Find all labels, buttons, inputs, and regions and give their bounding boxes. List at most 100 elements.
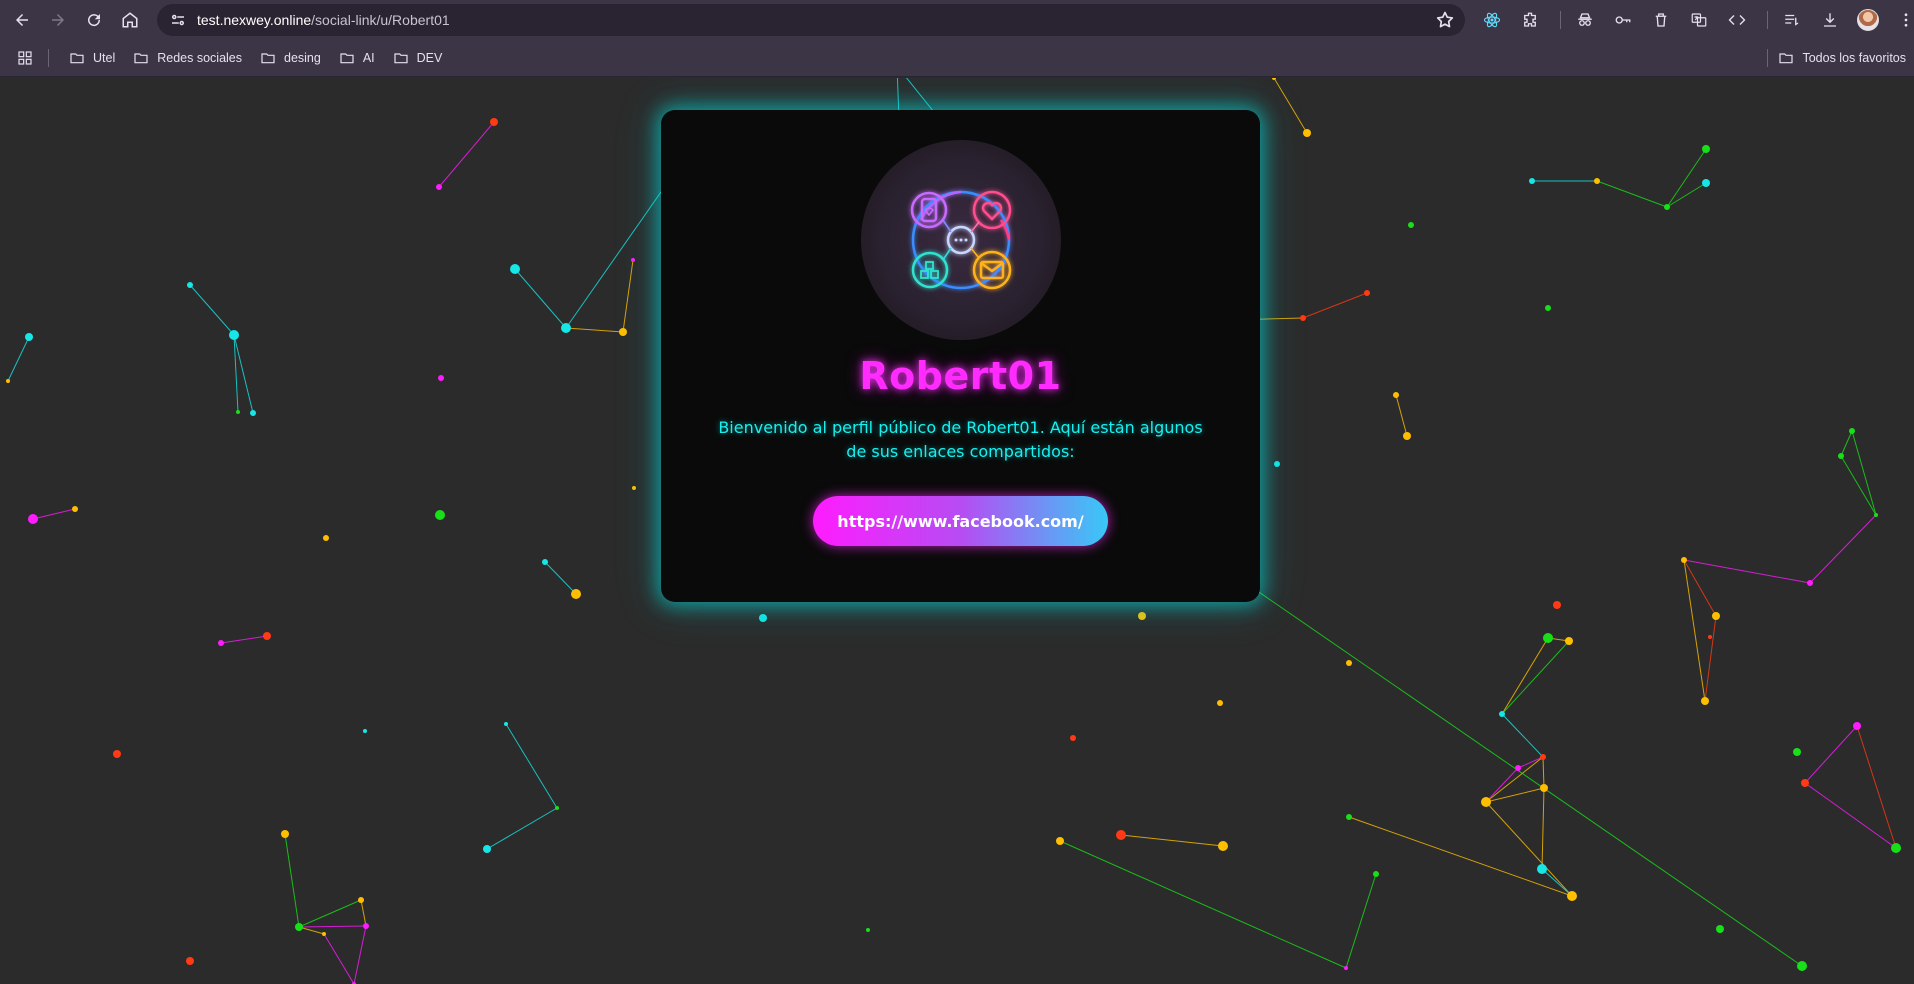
particle-dot: [1702, 145, 1710, 153]
particle-dot: [1056, 837, 1064, 845]
bookmark-folder-redes-sociales[interactable]: Redes sociales: [125, 44, 250, 72]
particle-dot: [542, 559, 548, 565]
particle-dot: [483, 845, 491, 853]
particle-link: [1840, 455, 1877, 516]
arrow-right-icon: [52, 14, 64, 26]
particle-link: [565, 327, 624, 333]
folder-icon: [394, 53, 408, 64]
particle-dot: [6, 379, 10, 383]
particle-link: [360, 899, 367, 927]
particle-dot: [1708, 635, 1712, 639]
particle-dot: [435, 510, 445, 520]
particle-link: [353, 925, 367, 984]
particle-dot: [632, 486, 636, 490]
particle-dot: [1499, 711, 1505, 717]
particle-link: [505, 723, 558, 809]
particle-dot: [759, 614, 767, 622]
incognito-spy-icon[interactable]: [1569, 4, 1601, 36]
particle-dot: [1801, 779, 1809, 787]
particle-dot: [363, 923, 369, 929]
bookmark-folder-desing[interactable]: desing: [252, 44, 329, 72]
bookmark-label: Utel: [93, 51, 116, 65]
particle-link: [298, 899, 362, 928]
forward-button[interactable]: [40, 2, 76, 38]
back-button[interactable]: [4, 2, 40, 38]
particle-dot: [263, 632, 271, 640]
arrow-left-icon: [16, 14, 28, 26]
particle-dot: [1373, 871, 1379, 877]
page-viewport: Robert01 Bienvenido al perfil público de…: [0, 78, 1914, 984]
particle-link: [233, 334, 254, 414]
particle-link: [1348, 816, 1573, 897]
particle-dot: [1543, 633, 1553, 643]
particle-dot: [866, 928, 870, 932]
particle-dot: [1403, 432, 1411, 440]
reading-list-icon[interactable]: [1776, 4, 1808, 36]
particle-dot: [1138, 612, 1146, 620]
download-icon[interactable]: [1814, 4, 1846, 36]
particle-link: [1542, 756, 1545, 789]
particle-dot: [1891, 843, 1901, 853]
bookmark-folder-ai[interactable]: AI: [331, 44, 383, 72]
particle-link: [298, 925, 367, 928]
profile-welcome-text: Bienvenido al perfil público de Robert01…: [718, 418, 1203, 461]
particle-link: [1856, 725, 1897, 849]
url-text: test.nexwey.online/social-link/u/Robert0…: [197, 12, 450, 28]
bookmark-folder-dev[interactable]: DEV: [385, 44, 451, 72]
particle-link: [1395, 394, 1408, 437]
translate-icon[interactable]: [1683, 4, 1715, 36]
profile-avatar[interactable]: [1852, 4, 1884, 36]
particle-dot: [236, 410, 240, 414]
reload-button[interactable]: [76, 2, 112, 38]
particle-dot: [1664, 204, 1670, 210]
social-link-button[interactable]: https://www.facebook.com/: [813, 496, 1108, 546]
code-brackets-icon[interactable]: [1721, 4, 1753, 36]
particle-link: [7, 336, 30, 382]
particle-dot: [322, 932, 326, 936]
site-info-icon[interactable]: [167, 9, 189, 31]
toolbar-divider: [1767, 11, 1768, 29]
particle-link: [514, 268, 567, 329]
particle-dot: [1393, 392, 1399, 398]
bookmark-label: desing: [284, 51, 321, 65]
particle-dot: [250, 410, 256, 416]
particle-link: [1704, 615, 1717, 702]
particle-dot: [1553, 601, 1561, 609]
particle-link: [1273, 78, 1308, 134]
particle-dot: [1346, 660, 1352, 666]
particle-link: [233, 334, 239, 413]
home-icon: [122, 12, 138, 28]
bookmark-folder-utel[interactable]: Utel: [61, 44, 123, 72]
reload-icon: [88, 14, 101, 27]
particle-dot: [510, 264, 520, 274]
avatar-image: [1857, 9, 1879, 31]
bookmark-star-icon[interactable]: [1435, 10, 1455, 30]
bookmarks-divider: [1767, 49, 1769, 67]
password-key-icon[interactable]: [1607, 4, 1639, 36]
particle-dot: [1849, 428, 1855, 434]
particle-dot: [1217, 700, 1223, 706]
particle-link: [284, 833, 300, 928]
particle-link: [1851, 430, 1877, 516]
trash-icon[interactable]: [1645, 4, 1677, 36]
react-devtools-extension-icon[interactable]: [1476, 4, 1508, 36]
folder-icon: [340, 53, 354, 64]
extensions-puzzle-icon[interactable]: [1514, 4, 1546, 36]
all-bookmarks-button[interactable]: Todos los favoritos: [1767, 44, 1906, 72]
particle-link: [486, 807, 558, 850]
menu-kebab-icon[interactable]: [1890, 4, 1914, 36]
particle-dot: [436, 184, 442, 190]
particle-dot: [1346, 814, 1352, 820]
particle-link: [1059, 840, 1347, 969]
particle-dot: [571, 589, 581, 599]
address-bar[interactable]: test.nexwey.online/social-link/u/Robert0…: [157, 4, 1465, 36]
particle-dot: [1545, 305, 1551, 311]
particle-dot: [1218, 841, 1228, 851]
bookmark-label: DEV: [416, 51, 443, 65]
apps-grid-icon[interactable]: [16, 49, 34, 67]
bookmarks-divider: [48, 49, 49, 67]
particle-dot: [1702, 179, 1710, 187]
bookmark-label: AI: [362, 51, 375, 65]
particle-link: [1485, 801, 1573, 897]
home-button[interactable]: [112, 2, 148, 38]
